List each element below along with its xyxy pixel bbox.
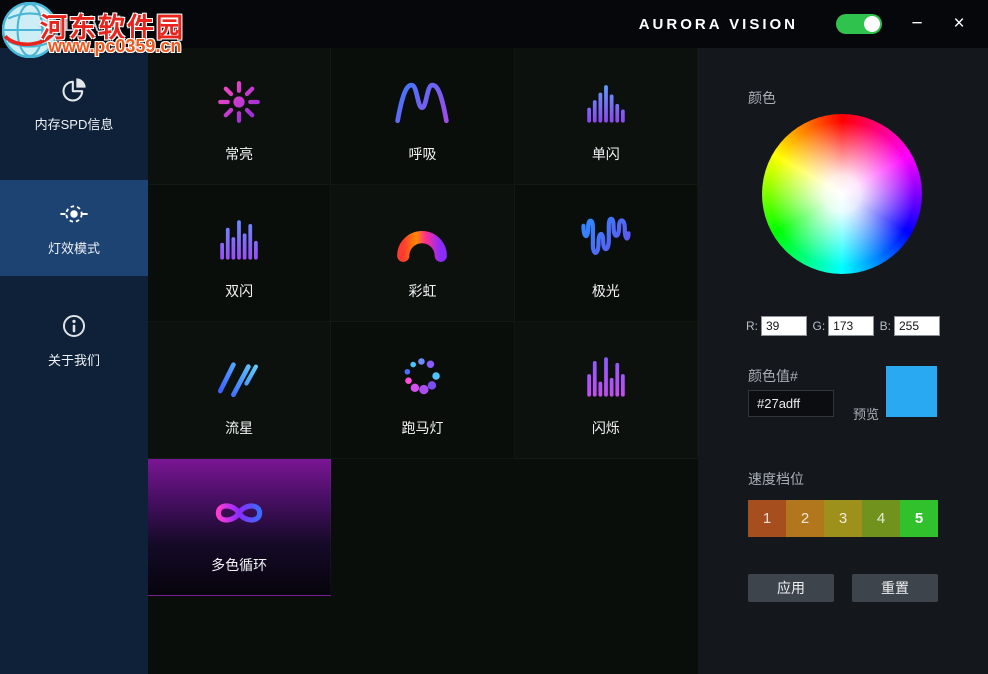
speed-button-1[interactable]: 1 bbox=[748, 500, 786, 537]
mode-tile-color-cycle[interactable]: 多色循环 bbox=[148, 459, 331, 596]
mode-tile-flicker[interactable]: 闪烁 bbox=[515, 322, 698, 459]
speed-button-5[interactable]: 5 bbox=[900, 500, 938, 537]
flicker-bars-icon bbox=[576, 346, 636, 406]
double-flash-bars-icon bbox=[209, 209, 269, 269]
minimize-button[interactable]: − bbox=[896, 0, 938, 48]
mode-label: 单闪 bbox=[592, 144, 620, 164]
hex-label: 颜色值# bbox=[748, 366, 798, 386]
mode-tile-breathing[interactable]: 呼吸 bbox=[331, 48, 514, 185]
mode-tile-static[interactable]: 常亮 bbox=[148, 48, 331, 185]
mode-grid: 常亮 呼吸 bbox=[148, 48, 698, 596]
g-group: G: bbox=[812, 316, 874, 336]
sun-icon bbox=[209, 72, 269, 132]
mode-label: 流星 bbox=[225, 418, 253, 438]
info-icon bbox=[60, 312, 88, 340]
mode-tile-marquee[interactable]: 跑马灯 bbox=[331, 322, 514, 459]
color-wheel[interactable] bbox=[762, 114, 922, 274]
mode-label: 彩虹 bbox=[408, 281, 436, 301]
r-label: R: bbox=[746, 319, 758, 333]
sidebar-item-about[interactable]: 关于我们 bbox=[0, 292, 148, 388]
titlebar: GALAX AURORA VISION − × bbox=[0, 0, 988, 48]
color-section-title: 颜色 bbox=[748, 88, 776, 108]
close-button[interactable]: × bbox=[938, 0, 980, 48]
mode-label: 极光 bbox=[592, 281, 620, 301]
speed-button-2[interactable]: 2 bbox=[786, 500, 824, 537]
r-group: R: bbox=[746, 316, 807, 336]
mode-tile-rainbow[interactable]: 彩虹 bbox=[331, 185, 514, 322]
reset-button[interactable]: 重置 bbox=[852, 574, 938, 602]
mode-grid-area: 常亮 呼吸 bbox=[148, 48, 698, 674]
rgb-inputs-row: R: G: B: bbox=[746, 316, 940, 336]
sidebar: 内存SPD信息 灯效模式 关于我们 bbox=[0, 48, 148, 674]
brightness-icon bbox=[60, 200, 88, 228]
g-label: G: bbox=[812, 319, 825, 333]
sidebar-item-label: 关于我们 bbox=[48, 350, 100, 369]
infinity-icon bbox=[209, 483, 269, 543]
rainbow-icon bbox=[392, 209, 452, 269]
aurora-wave-icon bbox=[576, 209, 636, 269]
pie-chart-icon bbox=[60, 76, 88, 104]
apply-button[interactable]: 应用 bbox=[748, 574, 834, 602]
mode-label: 跑马灯 bbox=[401, 418, 443, 438]
speed-selector: 1 2 3 4 5 bbox=[748, 500, 938, 537]
b-input[interactable] bbox=[894, 316, 940, 336]
app-title: AURORA VISION bbox=[639, 16, 798, 33]
mode-label: 闪烁 bbox=[592, 418, 620, 438]
b-group: B: bbox=[880, 316, 940, 336]
mode-tile-double-flash[interactable]: 双闪 bbox=[148, 185, 331, 322]
color-panel: 颜色 R: G: B: 颜色值# 预览 速度档位 1 2 3 4 bbox=[698, 48, 988, 674]
speed-section-title: 速度档位 bbox=[748, 469, 804, 489]
mode-label: 常亮 bbox=[225, 144, 253, 164]
b-label: B: bbox=[880, 319, 891, 333]
speed-button-3[interactable]: 3 bbox=[824, 500, 862, 537]
sidebar-item-label: 灯效模式 bbox=[48, 238, 100, 257]
r-input[interactable] bbox=[761, 316, 807, 336]
hex-input[interactable] bbox=[748, 390, 834, 417]
mode-tile-meteor[interactable]: 流星 bbox=[148, 322, 331, 459]
titlebar-right: AURORA VISION − × bbox=[639, 0, 988, 48]
brand-logo: GALAX bbox=[16, 11, 129, 37]
breathing-wave-icon bbox=[392, 72, 452, 132]
marquee-dots-icon bbox=[392, 346, 452, 406]
single-flash-bars-icon bbox=[576, 72, 636, 132]
power-toggle[interactable] bbox=[836, 14, 882, 34]
sidebar-item-spd-info[interactable]: 内存SPD信息 bbox=[0, 56, 148, 152]
sidebar-item-light-mode[interactable]: 灯效模式 bbox=[0, 180, 148, 276]
meteor-icon bbox=[209, 346, 269, 406]
speed-button-4[interactable]: 4 bbox=[862, 500, 900, 537]
mode-tile-aurora[interactable]: 极光 bbox=[515, 185, 698, 322]
mode-label: 呼吸 bbox=[408, 144, 436, 164]
preview-swatch bbox=[886, 366, 937, 417]
mode-label: 双闪 bbox=[225, 281, 253, 301]
app-window: GALAX AURORA VISION − × 河东软件园 www.pc0359… bbox=[0, 0, 988, 674]
toggle-knob bbox=[864, 16, 880, 32]
mode-tile-single-flash[interactable]: 单闪 bbox=[515, 48, 698, 185]
mode-label: 多色循环 bbox=[211, 555, 267, 575]
g-input[interactable] bbox=[828, 316, 874, 336]
preview-label: 预览 bbox=[853, 404, 879, 423]
sidebar-item-label: 内存SPD信息 bbox=[35, 114, 114, 133]
